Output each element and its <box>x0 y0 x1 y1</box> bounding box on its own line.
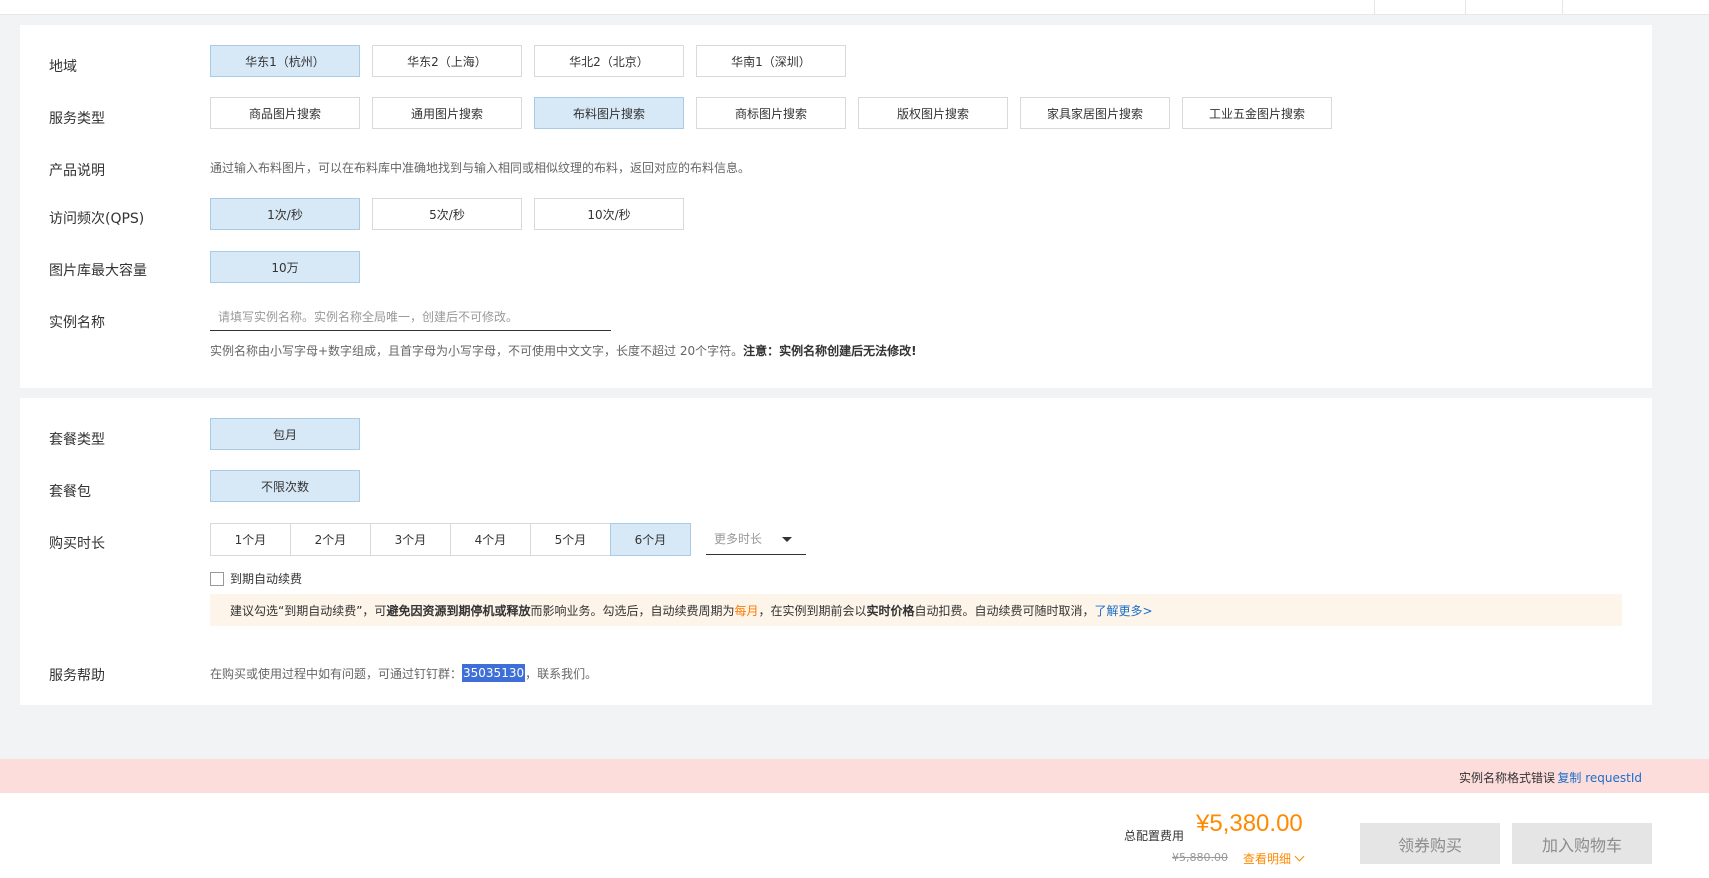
qps-option-5[interactable]: 5次/秒 <box>372 198 522 230</box>
service-option-fabric[interactable]: 布料图片搜索 <box>534 97 684 129</box>
total-price: ¥5,380.00 <box>1196 810 1303 837</box>
help-text: 在购买或使用过程中如有问题，可通过钉钉群： <box>210 666 463 681</box>
auto-renew-checkbox[interactable] <box>210 571 224 586</box>
duration-option-6m[interactable]: 6个月 <box>610 523 691 556</box>
region-option-beijing[interactable]: 华北2（北京） <box>534 45 684 77</box>
auto-renew-checkbox-row[interactable]: 到期自动续费 <box>210 570 302 587</box>
top-bar-divider <box>1374 0 1375 14</box>
qps-option-10[interactable]: 10次/秒 <box>534 198 684 230</box>
add-to-cart-button[interactable]: 加入购物车 <box>1512 823 1652 864</box>
service-option-product[interactable]: 商品图片搜索 <box>210 97 360 129</box>
instance-name-input[interactable] <box>210 303 611 331</box>
service-type-label: 服务类型 <box>49 111 105 127</box>
product-desc-text: 通过输入布料图片，可以在布料库中准确地找到与输入相同或相似纹理的布料，返回对应的… <box>210 161 751 175</box>
notice-text: 建议勾选“到期自动续费”，可 <box>230 603 387 618</box>
total-cost-label: 总配置费用 <box>1124 829 1185 843</box>
copy-requestid-link[interactable]: 复制 requestId <box>1557 769 1642 786</box>
service-help-label: 服务帮助 <box>49 668 105 684</box>
auto-renew-label: 到期自动续费 <box>230 572 303 586</box>
more-duration-label: 更多时长 <box>714 532 763 546</box>
service-option-trademark[interactable]: 商标图片搜索 <box>696 97 846 129</box>
package-option-unlimited[interactable]: 不限次数 <box>210 470 360 502</box>
purchase-footer: 总配置费用 ¥5,380.00 ¥5,880.00 查看明细 领券购买 加入购物… <box>0 793 1709 878</box>
top-bar <box>0 0 1709 15</box>
service-option-furniture[interactable]: 家具家居图片搜索 <box>1020 97 1170 129</box>
region-option-shanghai[interactable]: 华东2（上海） <box>372 45 522 77</box>
error-message: 实例名称格式错误 <box>1458 771 1555 785</box>
notice-text: 而影响业务。勾选后，自动续费周期为 <box>530 603 735 618</box>
duration-option-1m[interactable]: 1个月 <box>210 523 291 556</box>
region-option-hangzhou[interactable]: 华东1（杭州） <box>210 45 360 77</box>
instance-name-hint-warning: 注意：实例名称创建后无法修改! <box>743 344 917 358</box>
learn-more-link[interactable]: 了解更多> <box>1095 602 1153 619</box>
help-text: ，联系我们。 <box>525 666 598 681</box>
instance-name-hint: 实例名称由小写字母+数字组成，且首字母为小写字母，不可使用中文文字，长度不超过 … <box>210 342 917 359</box>
service-help-text: 在购买或使用过程中如有问题，可通过钉钉群： 35035130 ，联系我们。 <box>210 664 597 682</box>
view-detail-label: 查看明细 <box>1243 852 1292 866</box>
purchase-config-card: 套餐类型 包月 套餐包 不限次数 购买时长 1个月 2个月 3个月 4个月 5个… <box>20 398 1652 705</box>
duration-option-2m[interactable]: 2个月 <box>290 523 371 556</box>
duration-option-5m[interactable]: 5个月 <box>530 523 611 556</box>
service-option-hardware[interactable]: 工业五金图片搜索 <box>1182 97 1332 129</box>
duration-option-3m[interactable]: 3个月 <box>370 523 451 556</box>
notice-text: ，在实例到期前会以 <box>758 603 867 618</box>
caret-down-icon <box>782 537 792 542</box>
more-duration-select[interactable]: 更多时长 <box>706 523 806 555</box>
duration-label: 购买时长 <box>49 536 105 552</box>
package-type-option-monthly[interactable]: 包月 <box>210 418 360 450</box>
package-type-label: 套餐类型 <box>49 432 105 448</box>
instance-config-card: 地域 华东1（杭州） 华东2（上海） 华北2（北京） 华南1（深圳） 服务类型 … <box>20 25 1652 388</box>
product-desc-label: 产品说明 <box>49 163 105 179</box>
coupon-buy-button[interactable]: 领券购买 <box>1360 823 1500 864</box>
region-label: 地域 <box>49 59 77 75</box>
service-option-copyright[interactable]: 版权图片搜索 <box>858 97 1008 129</box>
duration-option-4m[interactable]: 4个月 <box>450 523 531 556</box>
capacity-label: 图片库最大容量 <box>49 263 147 279</box>
auto-renew-notice: 建议勾选“到期自动续费”，可 避免因资源到期停机或释放 而影响业务。勾选后，自动续费… <box>210 594 1622 626</box>
error-bar: 实例名称格式错误 复制 requestId <box>0 759 1709 793</box>
duration-options: 1个月 2个月 3个月 4个月 5个月 6个月 <box>210 523 691 556</box>
notice-text: 自动扣费。自动续费可随时取消， <box>914 603 1095 618</box>
package-label: 套餐包 <box>49 484 91 500</box>
top-bar-divider <box>1465 0 1466 14</box>
notice-bold-text: 避免因资源到期停机或释放 <box>386 603 531 618</box>
view-detail-link[interactable]: 查看明细 <box>1243 850 1305 867</box>
instance-name-hint-text: 实例名称由小写字母+数字组成，且首字母为小写字母，不可使用中文文字，长度不超过 … <box>210 344 744 358</box>
original-price: ¥5,880.00 <box>1172 851 1228 864</box>
instance-name-label: 实例名称 <box>49 315 105 331</box>
qps-label: 访问频次(QPS) <box>49 211 145 227</box>
qps-option-1[interactable]: 1次/秒 <box>210 198 360 230</box>
service-option-general[interactable]: 通用图片搜索 <box>372 97 522 129</box>
top-bar-divider <box>1562 0 1563 14</box>
dingtalk-group-id[interactable]: 35035130 <box>462 664 526 682</box>
region-option-shenzhen[interactable]: 华南1（深圳） <box>696 45 846 77</box>
chevron-down-icon <box>1294 851 1305 862</box>
notice-period: 每月 <box>734 603 759 618</box>
capacity-option-100k[interactable]: 10万 <box>210 251 360 283</box>
notice-bold-text: 实时价格 <box>866 603 915 618</box>
